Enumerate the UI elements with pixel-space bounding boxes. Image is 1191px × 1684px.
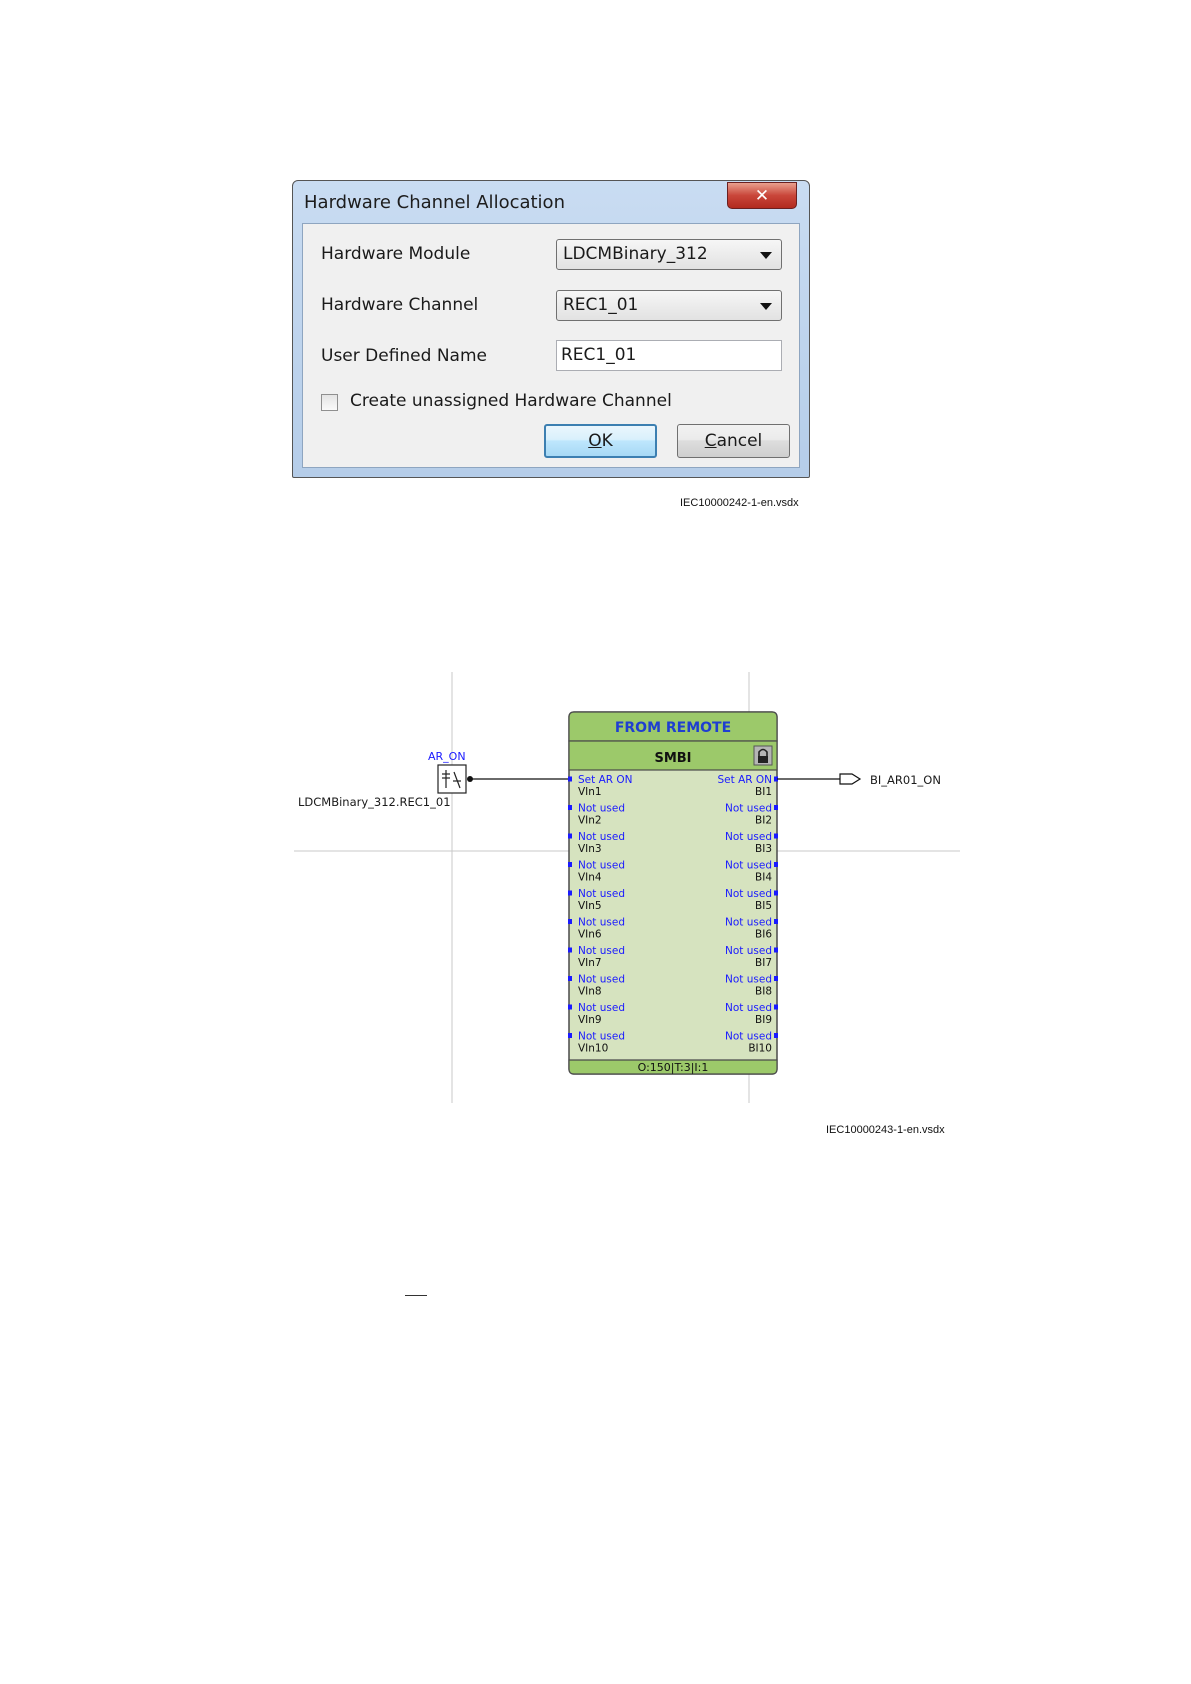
output-pin-label: Set AR ON (717, 774, 772, 786)
underline-mark (405, 1295, 427, 1296)
block-title: FROM REMOTE (615, 720, 731, 736)
output-pin-label: Not used (725, 860, 772, 872)
input-source-label: LDCMBinary_312.REC1_01 (298, 795, 451, 809)
output-pin-name: BI4 (755, 872, 772, 884)
input-pin-name: VIn6 (578, 929, 602, 941)
output-pin-label: Not used (725, 888, 772, 900)
input-pin-name: VIn9 (578, 1014, 602, 1026)
output-pin-name: BI10 (748, 1043, 772, 1055)
figure-caption-2: IEC10000243-1-en.vsdx (826, 1124, 945, 1136)
input-pin-marker (568, 833, 572, 839)
input-pin-label: Not used (578, 1002, 625, 1014)
input-pin-name: VIn10 (578, 1043, 608, 1055)
input-pin-label: Not used (578, 1031, 625, 1043)
input-pin-label: Not used (578, 974, 625, 986)
output-pin-name: BI9 (755, 1014, 772, 1026)
input-pin-name: VIn3 (578, 843, 602, 855)
output-signal-label: BI_AR01_ON (870, 773, 941, 787)
output-pin-name: BI2 (755, 815, 772, 827)
output-pin-label: Not used (725, 831, 772, 843)
input-pin-name: VIn1 (578, 786, 602, 798)
output-pin-name: BI5 (755, 900, 772, 912)
output-pin-name: BI3 (755, 843, 772, 855)
input-pin-marker (568, 890, 572, 896)
output-pin-marker (774, 1033, 778, 1038)
input-pin-marker (568, 1004, 572, 1010)
input-pin-marker (568, 1033, 572, 1038)
smbi-block-diagram: AR_ON LDCMBinary_312.REC1_01 FROM REMOTE… (294, 672, 960, 1103)
input-pin-label: Set AR ON (578, 774, 633, 786)
output-pin-label: Not used (725, 945, 772, 957)
input-pin-name: VIn8 (578, 986, 602, 998)
output-pin-label: Not used (725, 974, 772, 986)
output-pin-name: BI6 (755, 929, 772, 941)
output-pin-marker (774, 805, 778, 810)
input-pin-marker (568, 805, 572, 810)
input-pin-name: VIn5 (578, 900, 602, 912)
input-pin-label: Not used (578, 888, 625, 900)
output-pin-label: Not used (725, 1002, 772, 1014)
input-pin-name: VIn7 (578, 957, 602, 969)
output-pin-name: BI8 (755, 986, 772, 998)
input-pin-marker (568, 776, 572, 782)
output-pin-label: Not used (725, 1031, 772, 1043)
output-pin-marker (774, 947, 778, 953)
input-pin-name: VIn4 (578, 872, 602, 884)
input-pin-label: Not used (578, 945, 625, 957)
input-pin-label: Not used (578, 860, 625, 872)
input-pin-label: Not used (578, 803, 625, 815)
output-pin-label: Not used (725, 917, 772, 929)
block-name: SMBI (654, 751, 691, 766)
output-pin-marker (774, 976, 778, 981)
output-pin-marker (774, 919, 778, 924)
input-pin-marker (568, 862, 572, 867)
output-pin-name: BI7 (755, 957, 772, 969)
output-arrow-icon (839, 773, 862, 785)
output-pin-label: Not used (725, 803, 772, 815)
input-pin-marker (568, 976, 572, 981)
input-pin-marker (568, 947, 572, 953)
output-pin-marker (774, 1004, 778, 1010)
output-pin-marker (774, 833, 778, 839)
input-pin-label: Not used (578, 831, 625, 843)
binary-input-icon (437, 764, 467, 794)
input-signal-name: AR_ON (428, 750, 466, 763)
input-pin-name: VIn2 (578, 815, 602, 827)
output-pin-name: BI1 (755, 786, 772, 798)
block-footer-text: O:150|T:3|I:1 (638, 1061, 709, 1074)
output-pin-marker (774, 862, 778, 867)
lock-body (758, 756, 768, 763)
input-pin-marker (568, 919, 572, 924)
output-pin-marker (774, 890, 778, 896)
input-pin-label: Not used (578, 917, 625, 929)
